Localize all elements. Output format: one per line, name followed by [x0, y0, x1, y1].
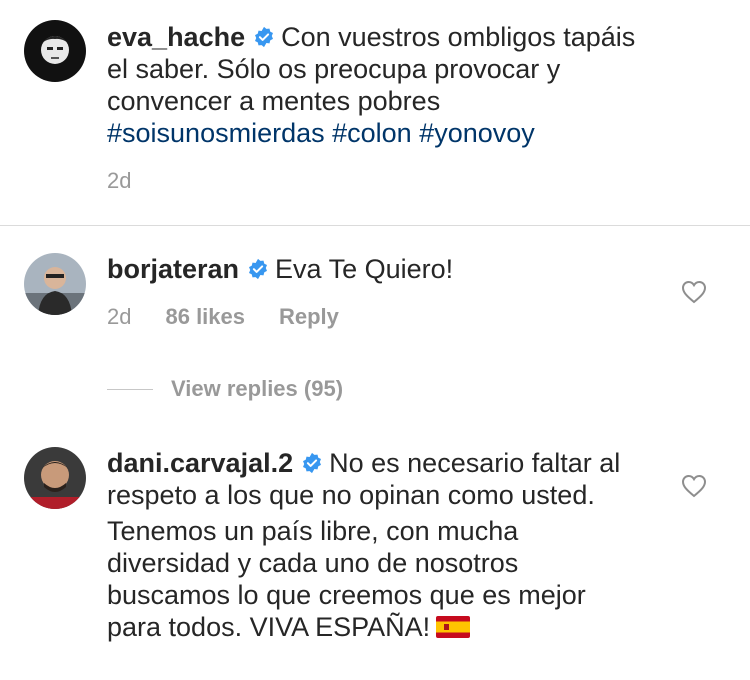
avatar-dani-carvajal-icon: [24, 447, 86, 509]
comment-paragraph: dani.carvajal.2 No es necesario faltar al…: [107, 447, 627, 511]
avatar[interactable]: [24, 447, 86, 509]
verified-badge-icon: [255, 26, 274, 48]
comment-paragraph: Tenemos un país libre, con mucha diversi…: [107, 515, 627, 643]
comment-meta: 2d: [107, 168, 131, 194]
avatar-borjateran-icon: [24, 253, 86, 315]
hashtag-link[interactable]: #colon: [332, 118, 412, 148]
likes-count[interactable]: 86 likes: [165, 304, 245, 329]
avatar[interactable]: [24, 20, 86, 82]
username[interactable]: eva_hache: [107, 22, 245, 52]
comment-body: borjateran Eva Te Quiero!: [107, 253, 637, 285]
hashtag-link[interactable]: #soisunosmierdas: [107, 118, 325, 148]
comment-text: Tenemos un país libre, con mucha diversi…: [107, 516, 586, 642]
timestamp: 2d: [107, 168, 132, 193]
comment-body: dani.carvajal.2 No es necesario faltar al…: [107, 447, 627, 643]
heart-outline-icon[interactable]: [681, 280, 707, 304]
comment-text: Eva Te Quiero!: [275, 254, 454, 284]
avatar[interactable]: [24, 253, 86, 315]
view-replies-button[interactable]: View replies (95): [107, 374, 343, 404]
divider-line: [107, 388, 153, 390]
reply-button[interactable]: Reply: [279, 304, 339, 329]
verified-badge-icon: [303, 452, 322, 474]
comment-meta: 2d 86 likes Reply: [107, 304, 339, 330]
hashtag-link[interactable]: #yonovoy: [419, 118, 535, 148]
heart-outline-icon[interactable]: [681, 474, 707, 498]
caption-comment: eva_hache Con vuestros ombligos tapáis el…: [0, 0, 750, 226]
username[interactable]: borjateran: [107, 254, 239, 284]
comment-body: eva_hache Con vuestros ombligos tapáis el…: [107, 21, 637, 149]
username[interactable]: dani.carvajal.2: [107, 448, 293, 478]
timestamp: 2d: [107, 304, 132, 329]
view-replies-label: View replies (95): [171, 376, 344, 401]
avatar-eva-hache-icon: [24, 20, 86, 82]
spain-flag-icon: [436, 616, 471, 638]
verified-badge-icon: [249, 258, 268, 280]
